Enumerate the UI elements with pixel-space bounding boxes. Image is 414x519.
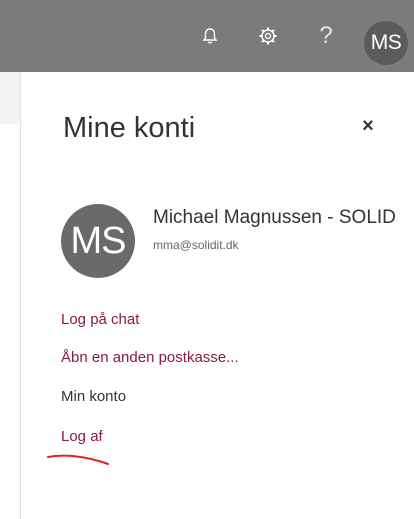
user-avatar: MS [61, 204, 135, 278]
avatar-initials: MS [370, 31, 402, 54]
user-email: mma@solidit.dk [153, 238, 239, 252]
user-name: Michael Magnussen - SOLID [153, 207, 396, 228]
help-button[interactable]: ? [312, 22, 340, 50]
sign-in-to-chat-link[interactable]: Log på chat [61, 311, 139, 328]
close-icon: × [362, 114, 374, 137]
help-icon: ? [319, 22, 333, 49]
bell-icon [202, 28, 218, 44]
gear-icon [259, 27, 277, 45]
close-button[interactable]: × [358, 114, 378, 137]
account-avatar-button[interactable]: MS [364, 21, 408, 65]
open-other-mailbox-link[interactable]: Åbn en anden postkasse... [61, 349, 239, 366]
settings-button[interactable] [254, 22, 282, 50]
my-account-link[interactable]: Min konto [61, 388, 126, 405]
sign-out-link[interactable]: Log af [61, 428, 103, 445]
annotation-underline-logout [47, 454, 109, 465]
avatar-initials-large: MS [70, 219, 127, 262]
top-navigation-bar: ? MS [0, 0, 414, 72]
panel-title: Mine konti [63, 112, 196, 144]
notifications-button[interactable] [196, 22, 224, 50]
